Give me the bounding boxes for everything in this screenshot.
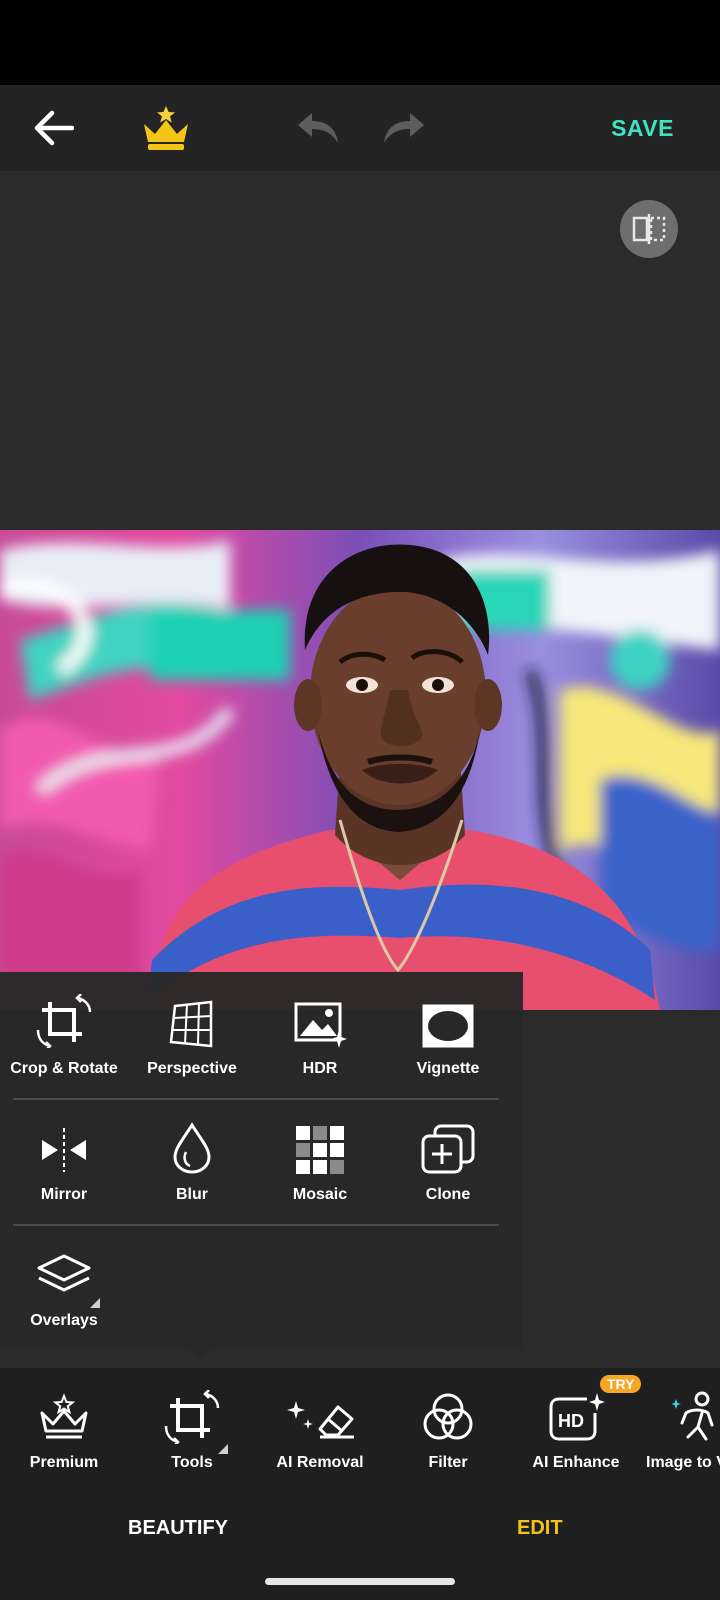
- tool-mosaic[interactable]: Mosaic: [256, 1118, 384, 1204]
- home-indicator[interactable]: [265, 1578, 455, 1585]
- tool-label: Perspective: [147, 1060, 237, 1077]
- system-nav-bar: [0, 1562, 720, 1600]
- tool-blur[interactable]: Blur: [128, 1118, 256, 1204]
- tool-hdr[interactable]: HDR: [256, 992, 384, 1078]
- redo-button[interactable]: [380, 105, 428, 151]
- back-button[interactable]: [28, 105, 78, 151]
- tab-edit[interactable]: EDIT: [517, 1494, 563, 1562]
- row-divider: [13, 1098, 499, 1100]
- tool-label: Vignette: [416, 1060, 480, 1077]
- tool-label: Clone: [425, 1186, 471, 1203]
- save-button[interactable]: SAVE: [611, 85, 674, 171]
- crop-rotate-icon: [164, 1390, 220, 1444]
- more-options-indicator: [90, 1298, 100, 1308]
- hdr-image-icon: [294, 1002, 347, 1048]
- undo-button[interactable]: [294, 105, 342, 151]
- bottom-tool-label: Image to V: [646, 1454, 720, 1471]
- redo-icon: [384, 113, 424, 143]
- bottom-tool-label: Filter: [428, 1454, 468, 1471]
- mirror-icon: [42, 1128, 86, 1172]
- vignette-icon: [422, 1004, 474, 1048]
- tools-panel-pointer: [188, 1349, 212, 1361]
- filter-circles-icon: [423, 1393, 473, 1440]
- tool-label: Mosaic: [292, 1186, 348, 1203]
- tools-panel: Crop & Rotate Perspective HDR Vignette M…: [0, 972, 523, 1349]
- row-divider: [13, 1224, 499, 1226]
- mode-tabs: BEAUTIFY EDIT: [0, 1494, 720, 1562]
- clone-icon: [421, 1124, 475, 1174]
- perspective-grid-icon: [169, 1000, 213, 1048]
- photo-graffiti-portrait: [0, 530, 720, 1010]
- bottom-tool-premium[interactable]: Premium: [0, 1390, 128, 1472]
- dance-people-icon: [672, 1391, 714, 1441]
- bottom-tool-label: Tools: [171, 1454, 213, 1471]
- mosaic-icon: [296, 1126, 344, 1174]
- compare-button[interactable]: [620, 200, 678, 258]
- tool-clone[interactable]: Clone: [384, 1118, 512, 1204]
- tool-crop-rotate[interactable]: Crop & Rotate: [0, 992, 128, 1078]
- bottom-tool-tools[interactable]: Tools: [128, 1390, 256, 1472]
- undo-icon: [298, 113, 338, 143]
- top-toolbar: SAVE: [0, 85, 720, 171]
- hd-sparkle-icon: HD: [549, 1393, 605, 1441]
- crop-rotate-icon: [36, 994, 92, 1048]
- bottom-tool-label: AI Enhance: [532, 1454, 620, 1471]
- try-badge: TRY: [600, 1375, 642, 1393]
- crown-outline-icon: [40, 1393, 88, 1439]
- premium-crown-button[interactable]: [138, 101, 194, 155]
- arrow-left-icon: [34, 110, 74, 146]
- tool-vignette[interactable]: Vignette: [384, 992, 512, 1078]
- svg-text:HD: HD: [558, 1411, 584, 1431]
- more-options-indicator: [218, 1444, 228, 1454]
- tool-label: Mirror: [40, 1186, 88, 1203]
- tool-label: HDR: [302, 1060, 338, 1077]
- edited-photo[interactable]: [0, 530, 720, 1010]
- bottom-tool-label: Premium: [29, 1454, 99, 1471]
- status-bar: [0, 0, 720, 85]
- tool-label: Crop & Rotate: [10, 1060, 118, 1077]
- bottom-tool-filter[interactable]: Filter: [384, 1390, 512, 1472]
- layers-icon: [37, 1254, 91, 1292]
- bottom-tool-ai-removal[interactable]: AI Removal: [256, 1390, 384, 1472]
- tool-overlays[interactable]: Overlays: [0, 1244, 128, 1330]
- crown-icon: [144, 106, 188, 150]
- tool-perspective[interactable]: Perspective: [128, 992, 256, 1078]
- eraser-sparkle-icon: [287, 1401, 354, 1439]
- split-compare-icon: [632, 214, 666, 244]
- tool-label: Blur: [176, 1186, 208, 1203]
- bottom-tool-label: AI Removal: [276, 1454, 364, 1471]
- tool-mirror[interactable]: Mirror: [0, 1118, 128, 1204]
- tab-beautify[interactable]: BEAUTIFY: [128, 1494, 228, 1562]
- tool-label: Overlays: [30, 1312, 98, 1329]
- bottom-tool-image-to-video[interactable]: Image to V: [640, 1390, 720, 1472]
- bottom-tool-ai-enhance[interactable]: HD AI Enhance: [512, 1390, 640, 1472]
- blur-drop-icon: [173, 1122, 211, 1174]
